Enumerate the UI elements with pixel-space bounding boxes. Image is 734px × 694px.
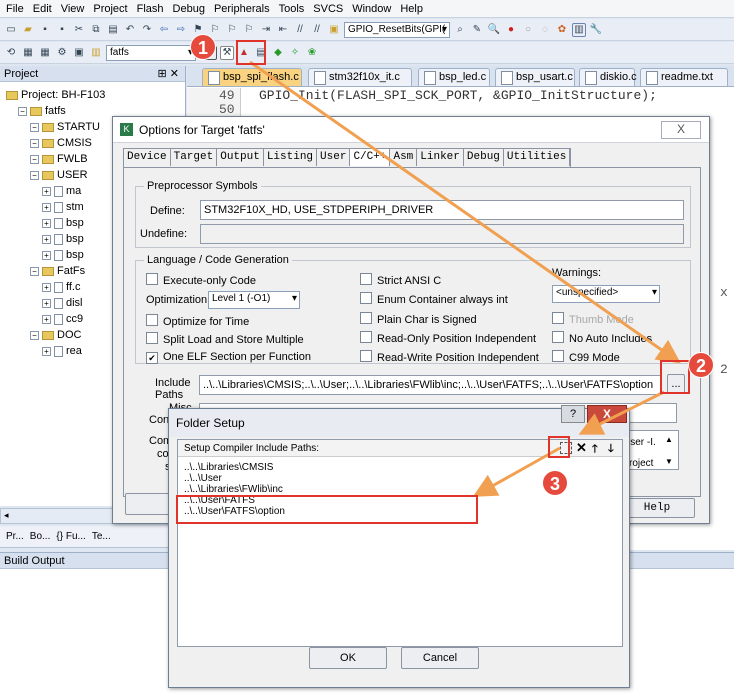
arrow-2-to-3	[578, 390, 665, 435]
step-3-badge: 3	[542, 470, 568, 496]
highlight-target-options	[236, 40, 266, 65]
step-1-badge: 1	[190, 34, 216, 60]
step-2-badge: 2	[688, 352, 714, 378]
highlight-browse-button	[660, 360, 690, 394]
annotation-arrows	[249, 60, 681, 497]
highlight-new-folder	[548, 436, 570, 458]
highlight-fatfs-paths	[176, 495, 478, 524]
arrow-1-to-2	[249, 60, 681, 364]
